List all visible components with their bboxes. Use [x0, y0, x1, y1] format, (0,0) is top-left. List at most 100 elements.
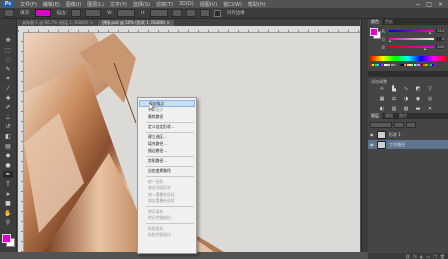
- channel-mixer-icon[interactable]: ◎: [426, 96, 434, 102]
- path-select-icon[interactable]: ➤: [3, 191, 13, 198]
- bw-icon[interactable]: ◑: [402, 96, 410, 102]
- context-menu-item[interactable]: 建立选区...: [138, 134, 196, 141]
- threshold-icon[interactable]: ▧: [402, 106, 410, 112]
- context-menu-item[interactable]: 填充路径...: [138, 141, 196, 148]
- photo-filter-icon[interactable]: ◉: [414, 96, 422, 102]
- link-layers-icon[interactable]: ⛓: [405, 254, 410, 259]
- fill-field[interactable]: [406, 122, 416, 128]
- close-icon[interactable]: ×: [438, 1, 443, 8]
- color-slider-track[interactable]: [389, 46, 434, 50]
- opacity-field[interactable]: [394, 122, 404, 128]
- fill-label: 填充:: [20, 11, 31, 16]
- path-operations-icon[interactable]: [171, 9, 182, 17]
- slider-value-field[interactable]: 200: [436, 45, 444, 49]
- tool-preset-icon[interactable]: [4, 9, 14, 17]
- menu-select[interactable]: 选择(S): [133, 1, 150, 8]
- brush-icon[interactable]: ✐: [3, 104, 13, 111]
- context-menu-item: 减去重叠处形状: [148, 198, 175, 204]
- hue-sat-icon[interactable]: ▦: [378, 96, 386, 102]
- visibility-eye-icon[interactable]: ◉: [370, 132, 375, 137]
- menu-layer[interactable]: 图层(L): [87, 1, 104, 8]
- stamp-icon[interactable]: ⊥: [3, 114, 13, 121]
- foreground-color-swatch[interactable]: [2, 234, 11, 243]
- context-menu-item[interactable]: 添加锚点: [139, 100, 195, 107]
- menu-help[interactable]: 帮助(H): [248, 1, 266, 8]
- curves-icon[interactable]: ∿: [402, 86, 410, 92]
- exposure-icon[interactable]: ◩: [414, 86, 422, 92]
- slider-thumb[interactable]: [389, 40, 391, 42]
- vibrance-icon[interactable]: ▽: [426, 86, 434, 92]
- menu-filter[interactable]: 滤镜(T): [156, 1, 173, 8]
- eyedropper-icon[interactable]: ⁄: [3, 85, 13, 92]
- shape-icon[interactable]: ■: [3, 200, 13, 207]
- color-slider-track[interactable]: [389, 30, 434, 34]
- menu-file[interactable]: 文件(F): [20, 1, 37, 8]
- history-brush-icon[interactable]: ↺: [3, 123, 13, 130]
- marquee-icon[interactable]: ⬚: [3, 47, 13, 54]
- maximize-icon[interactable]: □: [426, 1, 432, 8]
- path-arrangement-icon[interactable]: [199, 9, 210, 17]
- collapsed-panel-strip[interactable]: [361, 19, 368, 252]
- visibility-eye-icon[interactable]: ◉: [370, 142, 375, 147]
- brightness-icon[interactable]: ☼: [378, 86, 386, 92]
- height-field[interactable]: [149, 9, 168, 17]
- healing-icon[interactable]: ✚: [3, 95, 13, 102]
- width-field[interactable]: [116, 9, 135, 17]
- quick-select-icon[interactable]: ✎: [3, 66, 13, 73]
- hand-icon[interactable]: ✋: [3, 210, 13, 217]
- move-icon[interactable]: ✥: [3, 37, 13, 44]
- context-menu-item[interactable]: 定义自定形状...: [138, 124, 196, 131]
- menu-image[interactable]: 图像(I): [66, 1, 81, 8]
- new-layer-icon[interactable]: ❐: [433, 254, 437, 259]
- context-menu-item[interactable]: 描边路径...: [138, 148, 196, 155]
- context-menu-item[interactable]: 删除路径: [138, 114, 196, 121]
- fx-icon[interactable]: fx: [413, 254, 417, 259]
- context-menu-item[interactable]: 自由变换路径: [138, 168, 196, 175]
- color-slider-track[interactable]: [389, 38, 434, 42]
- stroke-swatch[interactable]: [71, 9, 82, 17]
- context-menu-item: 粘贴完整描边: [148, 232, 171, 238]
- context-menu-item[interactable]: 剪贴路径...: [138, 158, 196, 165]
- menu-edit[interactable]: 编辑(E): [43, 1, 60, 8]
- foreground-color-chip[interactable]: [370, 28, 378, 36]
- adjustment-layer-icon[interactable]: ◐: [420, 254, 424, 259]
- lasso-icon[interactable]: ◌: [3, 56, 13, 63]
- dodge-icon[interactable]: ●: [3, 162, 13, 169]
- selective-color-icon[interactable]: ✕: [426, 106, 434, 112]
- align-edges-checkbox[interactable]: [213, 9, 221, 17]
- invert-icon[interactable]: ◐: [378, 106, 386, 112]
- menu-separator: [146, 223, 194, 225]
- eraser-icon[interactable]: ◧: [3, 133, 13, 140]
- slider-value-field[interactable]: 224: [436, 29, 444, 33]
- stroke-label: 描边:: [56, 11, 68, 16]
- menu-3d[interactable]: 3D(D): [179, 1, 194, 7]
- layer-row[interactable]: ◉ 形状 1: [368, 130, 448, 139]
- pen-icon[interactable]: ✒: [3, 171, 13, 179]
- menu-view[interactable]: 视图(V): [200, 1, 217, 8]
- layer-row[interactable]: ◉ 工作路径: [368, 140, 448, 149]
- minimize-icon[interactable]: −: [415, 1, 420, 8]
- zoom-icon[interactable]: ⚲: [3, 219, 13, 226]
- slider-thumb[interactable]: [424, 48, 427, 50]
- slider-value-field[interactable]: 0: [436, 37, 444, 41]
- gradient-icon[interactable]: ▤: [3, 143, 13, 150]
- slider-thumb[interactable]: [428, 32, 431, 34]
- menu-window[interactable]: 窗口(W): [223, 1, 242, 8]
- trash-icon[interactable]: 🗑: [440, 254, 445, 259]
- type-icon[interactable]: T: [3, 181, 13, 188]
- color-swatch[interactable]: [434, 64, 437, 66]
- blur-icon[interactable]: ◆: [3, 152, 13, 159]
- color-balance-icon[interactable]: ⚖: [390, 96, 398, 102]
- path-alignment-icon[interactable]: [185, 9, 196, 17]
- context-menu-item: 减去顶层形状: [148, 185, 171, 191]
- fill-color-swatch[interactable]: [34, 9, 51, 17]
- crop-icon[interactable]: ⌗: [3, 75, 13, 82]
- posterize-icon[interactable]: ▥: [390, 106, 398, 112]
- blend-mode-select[interactable]: [370, 122, 392, 128]
- color-spectrum-bar[interactable]: [370, 56, 446, 61]
- new-group-icon[interactable]: ▭: [427, 254, 431, 259]
- menu-type[interactable]: 文字(Y): [110, 1, 127, 8]
- gradient-map-icon[interactable]: ▬: [414, 106, 422, 112]
- levels-icon[interactable]: ▙: [390, 86, 398, 92]
- stroke-width-field[interactable]: [85, 9, 102, 17]
